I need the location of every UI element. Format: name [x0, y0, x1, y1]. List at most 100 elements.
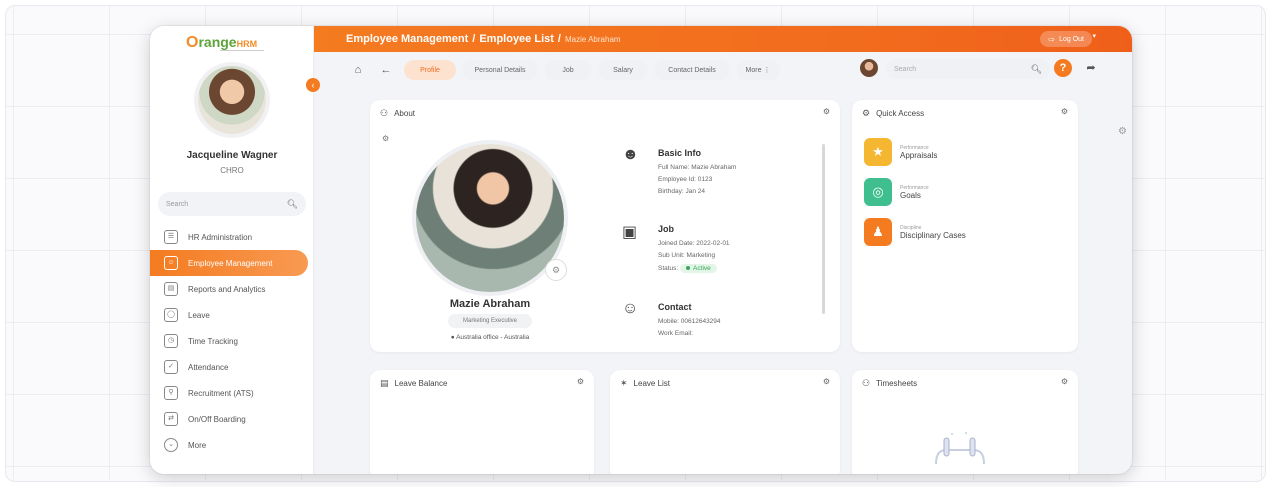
contact-icon: ☺: [622, 300, 639, 317]
back-arrow-icon[interactable]: ←: [376, 60, 396, 80]
employee-mini-avatar[interactable]: [860, 59, 878, 77]
timesheets-title: ⚇ Timesheets: [862, 378, 917, 389]
sidebar-item-label: Recruitment (ATS): [188, 388, 254, 398]
breadcrumb-employee-management[interactable]: Employee Management: [346, 33, 468, 45]
employee-name: Mazie Abraham: [449, 298, 531, 310]
search-icon[interactable]: 🔍︎: [1031, 64, 1042, 75]
status-row: Status: Active: [658, 264, 717, 273]
sidebar-item-reports-analytics[interactable]: ▤ Reports and Analytics: [150, 276, 314, 302]
quick-access-title: ⚙ Quick Access: [862, 108, 924, 119]
quick-access-appraisals[interactable]: ★ Performance Appraisals: [864, 138, 937, 166]
sidebar-item-label: On/Off Boarding: [188, 414, 246, 424]
gear-icon[interactable]: ⚙: [823, 377, 830, 386]
contact-heading: Contact: [658, 302, 692, 312]
leave-balance-icon: ▤: [380, 378, 389, 388]
gear-icon[interactable]: ⚙: [1118, 126, 1127, 137]
status-label: Status:: [658, 265, 679, 272]
work-email-value: Work Email:: [658, 330, 693, 336]
time-icon: ◷: [164, 334, 178, 348]
tab-profile[interactable]: Profile: [404, 60, 456, 80]
gear-icon[interactable]: ⚙: [823, 107, 830, 116]
quick-access-goals[interactable]: ◎ Performance Goals: [864, 178, 929, 206]
employee-location-text: Australia office - Australia: [456, 334, 530, 341]
quick-access-card: ⚙ Quick Access ⚙ ★ Performance Appraisals…: [852, 100, 1078, 352]
attendance-icon: ✓: [164, 360, 178, 374]
about-title-text: About: [394, 109, 415, 118]
breadcrumb-separator: /: [472, 33, 476, 45]
sub-unit-value: Sub Unit: Marketing: [658, 252, 716, 259]
employee-photo: [416, 144, 564, 292]
logout-button[interactable]: ⇨ Log Out: [1040, 31, 1092, 47]
tab-more-label: More: [745, 66, 762, 74]
chevron-down-icon[interactable]: ▾: [1092, 32, 1096, 40]
sidebar-item-label: Time Tracking: [188, 336, 238, 346]
quick-access-disciplinary-cases[interactable]: ♟ Discipline Disciplinary Cases: [864, 218, 966, 246]
tab-salary[interactable]: Salary: [598, 60, 648, 80]
tab-more[interactable]: More ⋮: [736, 60, 780, 80]
sidebar-item-label: Reports and Analytics: [188, 284, 266, 294]
sidebar-search-input[interactable]: Search 🔍︎: [158, 192, 306, 216]
employee-search-input[interactable]: Search 🔍︎: [886, 59, 1050, 79]
target-icon: ◎: [864, 178, 892, 206]
breadcrumb-employee-list[interactable]: Employee List: [479, 33, 554, 45]
basic-info-heading: Basic Info: [658, 148, 702, 158]
leave-balance-card: ▤ Leave Balance ⚙: [370, 370, 594, 474]
breadcrumb-current: Mazie Abraham: [564, 34, 621, 44]
sidebar-item-recruitment[interactable]: ⚲ Recruitment (ATS): [150, 380, 314, 406]
sidebar-item-time-tracking[interactable]: ◷ Time Tracking: [150, 328, 314, 354]
user-info-icon: ☻: [622, 146, 639, 163]
employee-id-value: Employee Id: 0123: [658, 176, 713, 183]
gear-icon: ⚙: [862, 108, 871, 118]
quick-access-name: Goals: [900, 190, 921, 200]
leave-list-title: ✶ Leave List: [620, 378, 670, 389]
profile-tab-bar: ⌂ ← Profile Personal Details Job Salary …: [348, 58, 786, 82]
sidebar-item-attendance[interactable]: ✓ Attendance: [150, 354, 314, 380]
job-heading: Job: [658, 224, 675, 234]
admin-icon: ☰: [164, 230, 178, 244]
quick-access-name: Appraisals: [900, 150, 938, 160]
quick-access-name: Disciplinary Cases: [900, 230, 966, 240]
sidebar-search-placeholder: Search: [166, 200, 189, 208]
tab-job[interactable]: Job: [544, 60, 592, 80]
sidebar-item-leave[interactable]: ◯ Leave: [150, 302, 314, 328]
app-logo[interactable]: OrangeHRM: [186, 34, 264, 51]
home-icon[interactable]: ⌂: [348, 60, 368, 80]
star-icon: ★: [864, 138, 892, 166]
birthday-value: Birthday: Jan 24: [658, 188, 705, 195]
people-icon: ⚇: [380, 108, 389, 118]
header-bar: Employee Management / Employee List / Ma…: [314, 26, 1132, 52]
logout-label: Log Out: [1059, 35, 1084, 43]
breadcrumb-separator: /: [557, 33, 561, 45]
employee-location: ● Australia office - Australia: [450, 334, 530, 341]
timesheets-card: ⚇ Timesheets ⚙: [852, 370, 1078, 474]
recruitment-icon: ⚲: [164, 386, 178, 400]
leave-balance-title: ▤ Leave Balance: [380, 378, 447, 389]
gear-icon[interactable]: ⚙: [1061, 377, 1068, 386]
leave-list-title-text: Leave List: [633, 379, 671, 388]
user-avatar[interactable]: [198, 66, 266, 134]
app-window: OrangeHRM Jacqueline Wagner CHRO Search …: [150, 26, 1132, 474]
photo-settings-icon[interactable]: ⚙: [546, 260, 566, 280]
tab-personal-details[interactable]: Personal Details: [462, 60, 538, 80]
settings-small-icon[interactable]: ⚙: [382, 134, 389, 143]
sidebar-item-label: Employee Management: [188, 258, 273, 268]
chevron-down-icon: ⌄: [164, 438, 178, 452]
tab-contact-details[interactable]: Contact Details: [654, 60, 730, 80]
full-name-value: Full Name: Mazie Abraham: [658, 164, 737, 171]
about-scrollbar[interactable]: [822, 144, 825, 314]
timesheets-title-text: Timesheets: [876, 379, 918, 388]
sidebar-item-hr-administration[interactable]: ☰ HR Administration: [150, 224, 314, 250]
share-icon[interactable]: ➦: [1082, 59, 1100, 77]
sidebar-item-employee-management[interactable]: ☺ Employee Management: [150, 250, 308, 276]
sidebar-collapse-button[interactable]: ‹: [306, 78, 320, 92]
sidebar-item-onoff-boarding[interactable]: ⇄ On/Off Boarding: [150, 406, 314, 432]
search-placeholder: Search: [894, 65, 917, 73]
quick-access-category: Performance: [900, 184, 929, 191]
boarding-icon: ⇄: [164, 412, 178, 426]
sidebar-item-label: Leave: [188, 310, 210, 320]
sidebar-item-more[interactable]: ⌄ More: [150, 432, 314, 458]
gear-icon[interactable]: ⚙: [577, 377, 584, 386]
search-icon[interactable]: 🔍︎: [287, 199, 298, 210]
help-icon[interactable]: ?: [1054, 59, 1072, 77]
gear-icon[interactable]: ⚙: [1061, 107, 1068, 116]
